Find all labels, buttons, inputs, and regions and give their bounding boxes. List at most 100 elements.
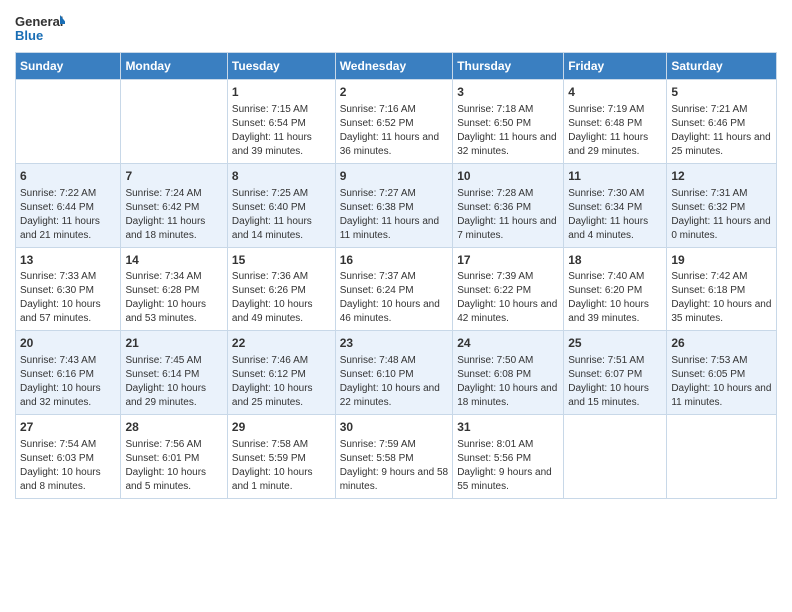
header-cell-friday: Friday <box>564 53 667 80</box>
calendar-cell: 8 Sunrise: 7:25 AM Sunset: 6:40 PM Daylig… <box>227 163 335 247</box>
day-info: Sunrise: 7:16 AM Sunset: 6:52 PM Dayligh… <box>340 103 449 159</box>
day-info: Sunrise: 7:39 AM Sunset: 6:22 PM Dayligh… <box>457 270 559 326</box>
week-row-4: 20 Sunrise: 7:43 AM Sunset: 6:16 PM Dayli… <box>16 331 777 415</box>
day-number: 4 <box>568 84 662 101</box>
day-info: Sunrise: 7:30 AM Sunset: 6:34 PM Dayligh… <box>568 187 662 243</box>
day-number: 3 <box>457 84 559 101</box>
day-info: Sunrise: 7:51 AM Sunset: 6:07 PM Dayligh… <box>568 354 662 410</box>
week-row-2: 6 Sunrise: 7:22 AM Sunset: 6:44 PM Daylig… <box>16 163 777 247</box>
day-number: 17 <box>457 252 559 269</box>
day-info: Sunrise: 7:28 AM Sunset: 6:36 PM Dayligh… <box>457 187 559 243</box>
day-number: 5 <box>671 84 772 101</box>
calendar-cell: 5 Sunrise: 7:21 AM Sunset: 6:46 PM Daylig… <box>667 80 777 164</box>
calendar-cell: 31Sunrise: 8:01 AM Sunset: 5:56 PM Dayli… <box>453 415 564 499</box>
day-info: Sunrise: 7:25 AM Sunset: 6:40 PM Dayligh… <box>232 187 331 243</box>
day-info: Sunrise: 7:40 AM Sunset: 6:20 PM Dayligh… <box>568 270 662 326</box>
day-number: 15 <box>232 252 331 269</box>
header-row: SundayMondayTuesdayWednesdayThursdayFrid… <box>16 53 777 80</box>
calendar-cell: 18Sunrise: 7:40 AM Sunset: 6:20 PM Dayli… <box>564 247 667 331</box>
calendar-cell <box>667 415 777 499</box>
day-number: 30 <box>340 419 449 436</box>
header-cell-wednesday: Wednesday <box>335 53 453 80</box>
week-row-3: 13Sunrise: 7:33 AM Sunset: 6:30 PM Dayli… <box>16 247 777 331</box>
page-header: General Blue <box>15 10 777 48</box>
day-info: Sunrise: 7:58 AM Sunset: 5:59 PM Dayligh… <box>232 438 331 494</box>
day-info: Sunrise: 7:15 AM Sunset: 6:54 PM Dayligh… <box>232 103 331 159</box>
svg-text:Blue: Blue <box>15 28 43 43</box>
day-number: 11 <box>568 168 662 185</box>
calendar-cell: 4Sunrise: 7:19 AM Sunset: 6:48 PM Daylig… <box>564 80 667 164</box>
day-number: 25 <box>568 335 662 352</box>
logo-svg: General Blue <box>15 10 65 48</box>
day-number: 1 <box>232 84 331 101</box>
calendar-body: 1 Sunrise: 7:15 AM Sunset: 6:54 PM Daylig… <box>16 80 777 499</box>
svg-text:General: General <box>15 14 63 29</box>
day-number: 10 <box>457 168 559 185</box>
day-number: 23 <box>340 335 449 352</box>
day-info: Sunrise: 7:34 AM Sunset: 6:28 PM Dayligh… <box>125 270 222 326</box>
calendar-cell: 15Sunrise: 7:36 AM Sunset: 6:26 PM Dayli… <box>227 247 335 331</box>
day-number: 22 <box>232 335 331 352</box>
calendar-cell <box>564 415 667 499</box>
day-info: Sunrise: 7:43 AM Sunset: 6:16 PM Dayligh… <box>20 354 116 410</box>
header-cell-tuesday: Tuesday <box>227 53 335 80</box>
day-info: Sunrise: 7:33 AM Sunset: 6:30 PM Dayligh… <box>20 270 116 326</box>
day-number: 26 <box>671 335 772 352</box>
calendar-cell: 29 Sunrise: 7:58 AM Sunset: 5:59 PM Dayli… <box>227 415 335 499</box>
day-info: Sunrise: 7:31 AM Sunset: 6:32 PM Dayligh… <box>671 187 772 243</box>
day-info: Sunrise: 7:53 AM Sunset: 6:05 PM Dayligh… <box>671 354 772 410</box>
calendar-cell: 21 Sunrise: 7:45 AM Sunset: 6:14 PM Dayli… <box>121 331 227 415</box>
calendar-cell: 11 Sunrise: 7:30 AM Sunset: 6:34 PM Dayli… <box>564 163 667 247</box>
calendar-cell: 13Sunrise: 7:33 AM Sunset: 6:30 PM Dayli… <box>16 247 121 331</box>
week-row-5: 27 Sunrise: 7:54 AM Sunset: 6:03 PM Dayli… <box>16 415 777 499</box>
day-info: Sunrise: 7:54 AM Sunset: 6:03 PM Dayligh… <box>20 438 116 494</box>
day-number: 24 <box>457 335 559 352</box>
day-number: 6 <box>20 168 116 185</box>
day-number: 8 <box>232 168 331 185</box>
day-number: 20 <box>20 335 116 352</box>
calendar-cell: 16Sunrise: 7:37 AM Sunset: 6:24 PM Dayli… <box>335 247 453 331</box>
calendar-cell: 14Sunrise: 7:34 AM Sunset: 6:28 PM Dayli… <box>121 247 227 331</box>
calendar-cell: 12 Sunrise: 7:31 AM Sunset: 6:32 PM Dayli… <box>667 163 777 247</box>
day-number: 12 <box>671 168 772 185</box>
calendar-cell <box>16 80 121 164</box>
calendar-cell: 20 Sunrise: 7:43 AM Sunset: 6:16 PM Dayli… <box>16 331 121 415</box>
header-cell-monday: Monday <box>121 53 227 80</box>
day-number: 16 <box>340 252 449 269</box>
calendar-cell: 1 Sunrise: 7:15 AM Sunset: 6:54 PM Daylig… <box>227 80 335 164</box>
logo: General Blue <box>15 10 65 48</box>
calendar-cell: 19Sunrise: 7:42 AM Sunset: 6:18 PM Dayli… <box>667 247 777 331</box>
day-info: Sunrise: 7:45 AM Sunset: 6:14 PM Dayligh… <box>125 354 222 410</box>
day-number: 21 <box>125 335 222 352</box>
calendar-cell: 26 Sunrise: 7:53 AM Sunset: 6:05 PM Dayli… <box>667 331 777 415</box>
day-info: Sunrise: 7:46 AM Sunset: 6:12 PM Dayligh… <box>232 354 331 410</box>
day-info: Sunrise: 8:01 AM Sunset: 5:56 PM Dayligh… <box>457 438 559 494</box>
calendar-cell: 3 Sunrise: 7:18 AM Sunset: 6:50 PM Daylig… <box>453 80 564 164</box>
calendar-table: SundayMondayTuesdayWednesdayThursdayFrid… <box>15 52 777 499</box>
day-info: Sunrise: 7:24 AM Sunset: 6:42 PM Dayligh… <box>125 187 222 243</box>
calendar-cell <box>121 80 227 164</box>
day-info: Sunrise: 7:56 AM Sunset: 6:01 PM Dayligh… <box>125 438 222 494</box>
day-number: 7 <box>125 168 222 185</box>
day-number: 28 <box>125 419 222 436</box>
header-cell-sunday: Sunday <box>16 53 121 80</box>
day-info: Sunrise: 7:22 AM Sunset: 6:44 PM Dayligh… <box>20 187 116 243</box>
day-info: Sunrise: 7:48 AM Sunset: 6:10 PM Dayligh… <box>340 354 449 410</box>
calendar-cell: 25 Sunrise: 7:51 AM Sunset: 6:07 PM Dayli… <box>564 331 667 415</box>
day-number: 13 <box>20 252 116 269</box>
header-cell-saturday: Saturday <box>667 53 777 80</box>
calendar-cell: 24 Sunrise: 7:50 AM Sunset: 6:08 PM Dayli… <box>453 331 564 415</box>
day-number: 18 <box>568 252 662 269</box>
calendar-cell: 2Sunrise: 7:16 AM Sunset: 6:52 PM Daylig… <box>335 80 453 164</box>
day-info: Sunrise: 7:59 AM Sunset: 5:58 PM Dayligh… <box>340 438 449 494</box>
calendar-cell: 27 Sunrise: 7:54 AM Sunset: 6:03 PM Dayli… <box>16 415 121 499</box>
day-info: Sunrise: 7:50 AM Sunset: 6:08 PM Dayligh… <box>457 354 559 410</box>
day-info: Sunrise: 7:21 AM Sunset: 6:46 PM Dayligh… <box>671 103 772 159</box>
day-info: Sunrise: 7:27 AM Sunset: 6:38 PM Dayligh… <box>340 187 449 243</box>
calendar-cell: 17Sunrise: 7:39 AM Sunset: 6:22 PM Dayli… <box>453 247 564 331</box>
day-info: Sunrise: 7:18 AM Sunset: 6:50 PM Dayligh… <box>457 103 559 159</box>
week-row-1: 1 Sunrise: 7:15 AM Sunset: 6:54 PM Daylig… <box>16 80 777 164</box>
calendar-cell: 30 Sunrise: 7:59 AM Sunset: 5:58 PM Dayli… <box>335 415 453 499</box>
day-number: 27 <box>20 419 116 436</box>
day-number: 29 <box>232 419 331 436</box>
